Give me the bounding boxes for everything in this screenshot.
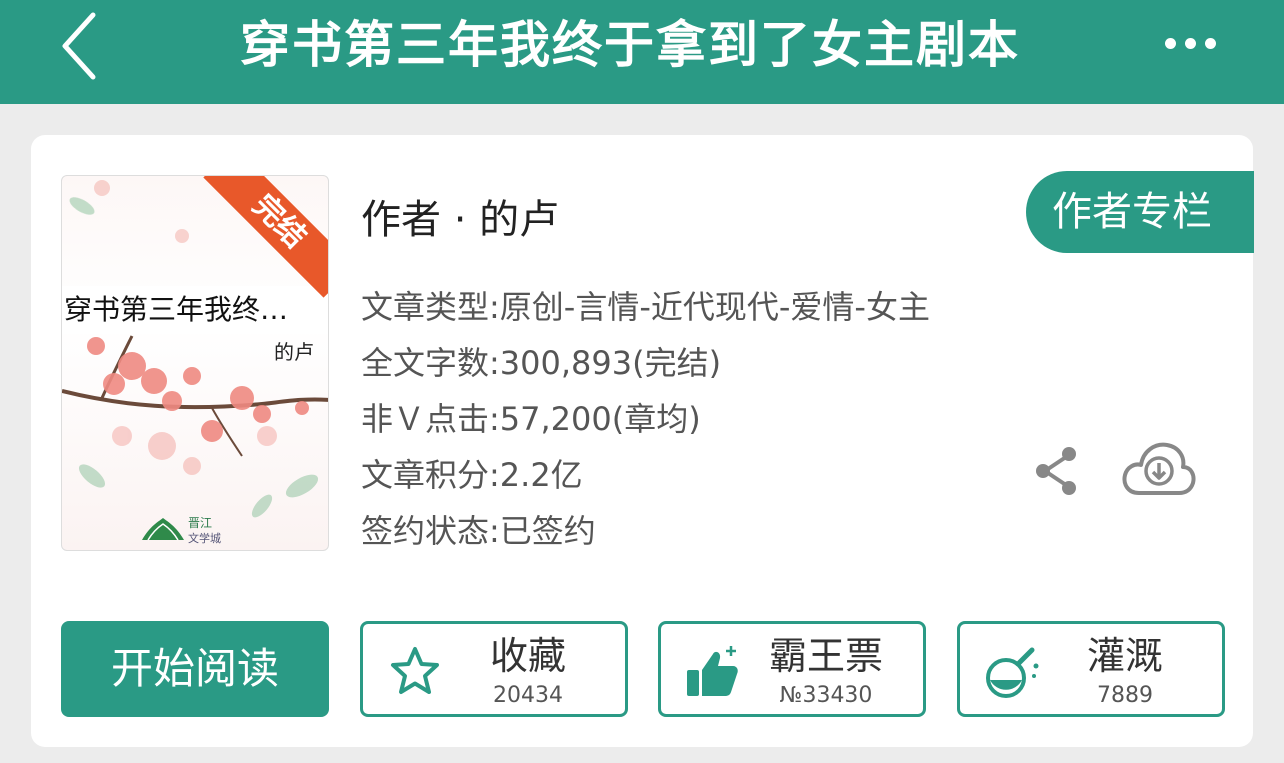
meta-genre: 文章类型:原创-言情-近代现代-爱情-女主 [361,288,930,326]
page-title: 穿书第三年我终于拿到了女主剧本 [240,16,1020,74]
bawangpiao-count: №33430 [779,683,873,708]
meta-contract-status: 签约状态:已签约 [361,512,596,550]
back-button[interactable] [44,4,114,88]
favorite-label: 收藏 [489,634,566,678]
meta-clicks: 非Ｖ点击:57,200(章均) [361,400,701,438]
book-meta-list: 文章类型:原创-言情-近代现代-爱情-女主 全文字数:300,893(完结) 非… [361,279,930,559]
start-reading-button[interactable]: 开始阅读 [61,621,329,717]
book-info-card: 穿书第三年我终… 的卢 完结 晋江 文学城 作者 · 的卢 作者专栏 文章类型:… [31,135,1254,747]
star-icon [391,647,439,694]
book-leaf-icon [142,518,184,541]
cloud-download-icon[interactable] [1121,435,1197,501]
irrigate-button[interactable]: 灌溉 7889 [957,621,1225,717]
irrigate-label: 灌溉 [1086,634,1163,678]
top-app-bar: 穿书第三年我终于拿到了女主剧本 [0,0,1284,104]
logo-subtext: 文学城 [188,532,221,545]
jinjiang-logo: 晋江 文学城 [140,512,221,546]
meta-word-count: 全文字数:300,893(完结) [361,344,722,382]
chevron-left-icon [62,12,96,80]
cover-author: 的卢 [274,340,314,364]
favorite-count: 20434 [493,683,563,708]
cover-title: 穿书第三年我终… [62,286,328,334]
more-horizontal-icon [1164,37,1176,49]
flask-icon [986,647,1039,698]
meta-score: 文章积分:2.2亿 [361,456,583,494]
irrigate-count: 7889 [1097,683,1153,708]
bawangpiao-button[interactable]: 霸王票 №33430 [658,621,926,717]
more-options-button[interactable] [1150,18,1230,68]
favorite-button[interactable]: 收藏 20434 [360,621,628,717]
author-column-button[interactable]: 作者专栏 [1026,171,1254,253]
share-icon[interactable] [1033,445,1079,497]
book-cover[interactable]: 穿书第三年我终… 的卢 完结 晋江 文学城 [61,175,329,551]
thumbs-up-icon [687,646,738,696]
bawangpiao-label: 霸王票 [768,634,883,678]
author-name[interactable]: 作者 · 的卢 [361,187,559,245]
logo-text: 晋江 [188,516,213,530]
